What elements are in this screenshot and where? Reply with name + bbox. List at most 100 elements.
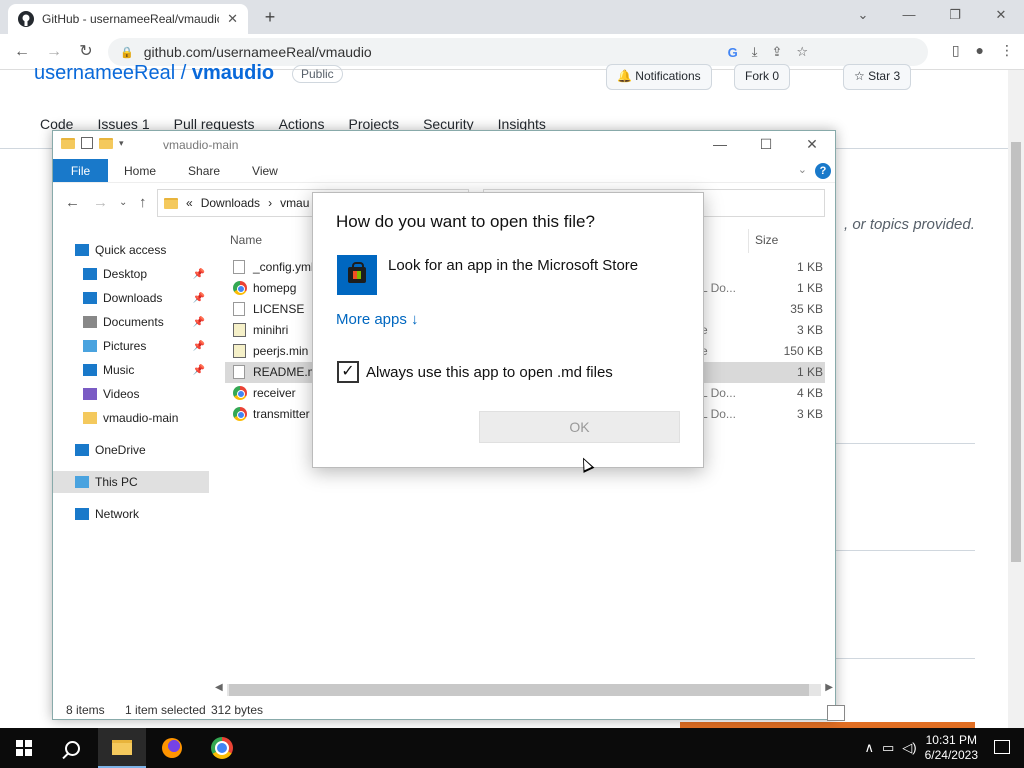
- volume-icon[interactable]: ◁): [902, 740, 916, 756]
- large-icons-view-icon[interactable]: [827, 705, 845, 721]
- scroll-thumb[interactable]: [229, 684, 809, 696]
- back-icon[interactable]: ←: [65, 194, 80, 211]
- recent-icon[interactable]: ⌄: [119, 197, 127, 208]
- nav-item[interactable]: Desktop 📌: [53, 263, 209, 285]
- nav-item[interactable]: Network: [53, 503, 209, 525]
- nav-item[interactable]: OneDrive: [53, 439, 209, 461]
- breadcrumb-separator[interactable]: ›: [268, 196, 272, 210]
- scrollbar-thumb[interactable]: [1011, 142, 1021, 562]
- system-tray: ∧ ▭ ◁) 10:31 PM 6/24/2023: [864, 728, 978, 768]
- browser-window-controls: ⌄ — ❐ ✕: [840, 0, 1024, 30]
- share-icon[interactable]: ⇪: [771, 44, 782, 60]
- always-use-label[interactable]: Always use this app to open .md files: [366, 364, 613, 381]
- close-button[interactable]: ✕: [789, 131, 835, 159]
- store-option-label[interactable]: Look for an app in the Microsoft Store: [388, 257, 638, 274]
- install-icon[interactable]: ⤓: [752, 44, 758, 60]
- breadcrumb-overflow[interactable]: «: [186, 196, 193, 210]
- bookmark-star-icon[interactable]: ☆: [796, 44, 808, 60]
- page-scrollbar[interactable]: [1008, 70, 1024, 728]
- taskbar-chrome[interactable]: [198, 728, 246, 768]
- pin-icon: 📌: [192, 292, 205, 304]
- repo-name[interactable]: vmaudio: [192, 62, 274, 84]
- nav-item[interactable]: Pictures 📌: [53, 335, 209, 357]
- pictures-icon: [83, 340, 97, 352]
- column-header-name[interactable]: Name: [230, 233, 262, 247]
- microsoft-store-icon[interactable]: [337, 255, 377, 295]
- chrome-icon: [233, 281, 247, 295]
- firefox-icon: [162, 738, 182, 758]
- forward-icon[interactable]: →: [42, 41, 66, 63]
- always-use-checkbox[interactable]: ✓: [337, 361, 359, 383]
- nav-item[interactable]: Music 📌: [53, 359, 209, 381]
- tray-overflow-icon[interactable]: ∧: [864, 740, 874, 756]
- forward-icon[interactable]: →: [93, 194, 108, 211]
- start-button[interactable]: [0, 728, 48, 768]
- file-size: 35 KB: [790, 302, 823, 316]
- chrome-icon: [211, 737, 233, 759]
- taskbar-firefox[interactable]: [148, 728, 196, 768]
- notification-icon[interactable]: [994, 740, 1010, 754]
- properties-icon[interactable]: [81, 137, 93, 149]
- star-button[interactable]: ☆ Star 3: [843, 64, 912, 90]
- browser-tab[interactable]: GitHub - usernameeReal/vmaudio ✕: [8, 4, 248, 34]
- scroll-right-icon[interactable]: ▶: [825, 682, 833, 693]
- minimize-button[interactable]: —: [697, 131, 743, 159]
- search-icon: [64, 740, 80, 756]
- open-with-dialog: How do you want to open this file? Look …: [312, 192, 704, 468]
- restore-button[interactable]: ❐: [932, 0, 978, 30]
- explorer-window-controls: — ☐ ✕: [697, 131, 835, 159]
- repo-owner[interactable]: usernameeReal: [34, 62, 175, 84]
- notifications-button[interactable]: 🔔 Notifications: [606, 64, 712, 90]
- taskbar-file-explorer[interactable]: [98, 728, 146, 768]
- fork-button[interactable]: Fork 0: [734, 64, 791, 90]
- ribbon: File Home Share View ⌄ ?: [53, 159, 835, 183]
- column-header-size[interactable]: Size: [755, 233, 778, 247]
- up-icon[interactable]: ↑: [139, 194, 147, 211]
- column-divider[interactable]: [748, 229, 749, 253]
- back-icon[interactable]: ←: [10, 41, 34, 63]
- nav-item[interactable]: This PC: [53, 471, 209, 493]
- tab-home[interactable]: Home: [108, 159, 172, 182]
- nav-item[interactable]: Downloads 📌: [53, 287, 209, 309]
- side-panel-icon[interactable]: ▯: [952, 42, 960, 59]
- tab-view[interactable]: View: [236, 159, 294, 182]
- expand-ribbon-icon[interactable]: ⌄: [798, 163, 807, 176]
- horizontal-scrollbar[interactable]: ◀ ▶: [213, 682, 835, 698]
- customize-icon[interactable]: ▾: [119, 138, 124, 149]
- breadcrumb-vmaudio[interactable]: vmau: [280, 196, 309, 210]
- google-icon[interactable]: G: [728, 45, 738, 60]
- network-icon[interactable]: ▭: [882, 740, 894, 756]
- more-apps-link[interactable]: More apps ↓: [336, 311, 419, 328]
- minimize-button[interactable]: —: [886, 0, 932, 30]
- tab-file[interactable]: File: [53, 159, 108, 182]
- nav-item[interactable]: Documents 📌: [53, 311, 209, 333]
- clock[interactable]: 10:31 PM 6/24/2023: [925, 733, 978, 763]
- tab-share[interactable]: Share: [172, 159, 236, 182]
- nav-item[interactable]: Videos: [53, 383, 209, 405]
- breadcrumb-downloads[interactable]: Downloads: [201, 196, 260, 210]
- nav-item[interactable]: vmaudio-main: [53, 407, 209, 429]
- close-button[interactable]: ✕: [978, 0, 1024, 30]
- pc-icon: [75, 476, 89, 488]
- search-button[interactable]: [48, 728, 96, 768]
- profile-icon[interactable]: ●: [976, 42, 984, 59]
- maximize-button[interactable]: ☐: [743, 131, 789, 159]
- visibility-badge: Public: [292, 65, 343, 83]
- quick-access-toolbar: ▾: [61, 137, 124, 149]
- nav-item[interactable]: Quick access: [53, 239, 209, 261]
- folder-icon: [164, 197, 178, 209]
- tab-search-icon[interactable]: ⌄: [840, 0, 886, 30]
- help-icon[interactable]: ?: [815, 163, 831, 179]
- tab-close-icon[interactable]: ✕: [227, 11, 238, 27]
- ok-button[interactable]: OK: [479, 411, 680, 443]
- script-icon: [233, 344, 246, 358]
- menu-icon[interactable]: ⋮: [1000, 42, 1014, 59]
- new-folder-icon[interactable]: [99, 137, 113, 149]
- new-tab-button[interactable]: +: [258, 6, 282, 28]
- pin-icon: 📌: [192, 340, 205, 352]
- chrome-icon: [233, 407, 247, 421]
- scroll-left-icon[interactable]: ◀: [215, 682, 223, 693]
- clock-date: 6/24/2023: [924, 748, 978, 762]
- reload-icon[interactable]: ↻: [74, 41, 98, 63]
- lock-icon: 🔒: [120, 46, 134, 59]
